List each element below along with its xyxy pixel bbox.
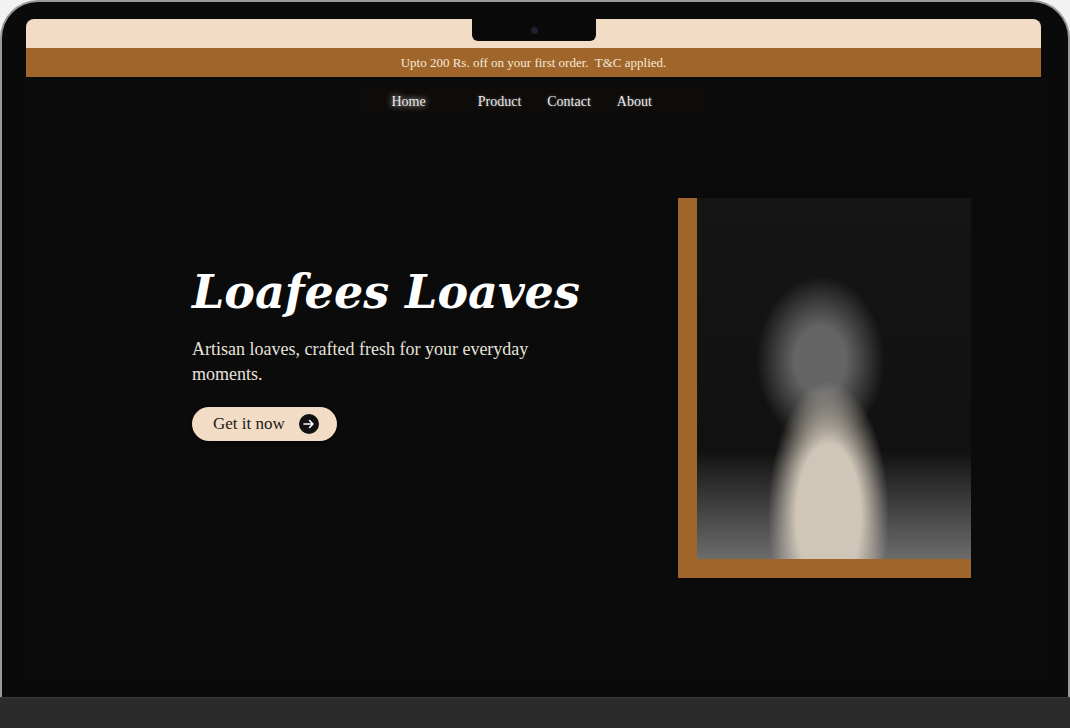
screen: Upto 200 Rs. off on your first order. T&… — [26, 19, 1041, 679]
bread-photo — [697, 198, 971, 559]
arrow-right-icon[interactable] — [299, 414, 319, 434]
hero-subtitle: Artisan loaves, crafted fresh for your e… — [192, 337, 562, 387]
laptop-base — [0, 697, 1070, 728]
photo-frame — [678, 198, 971, 578]
hero-text: Loafees Loaves Artisan loaves, crafted fr… — [192, 265, 612, 441]
hero-title: Loafees Loaves — [192, 265, 612, 319]
nav-item[interactable]: About — [604, 94, 665, 110]
promo-banner: Upto 200 Rs. off on your first order. T&… — [26, 48, 1041, 77]
camera-icon — [531, 27, 538, 34]
nav-item[interactable]: Home — [379, 94, 439, 110]
button-label[interactable]: Get it now — [213, 414, 285, 434]
get-it-now-button[interactable]: Get it now — [192, 407, 337, 441]
camera-notch — [472, 19, 596, 41]
nav-menu: Home ProductContactAbout — [359, 87, 709, 117]
hero-section: Loafees Loaves Artisan loaves, crafted fr… — [26, 117, 1041, 679]
nav-bar: Home ProductContactAbout — [26, 77, 1041, 117]
promo-text: Upto 200 Rs. off on your first order. T&… — [401, 55, 667, 71]
nav-item[interactable]: Product — [465, 94, 535, 110]
nav-item[interactable]: Contact — [534, 94, 604, 110]
laptop-frame: Upto 200 Rs. off on your first order. T&… — [0, 0, 1070, 697]
